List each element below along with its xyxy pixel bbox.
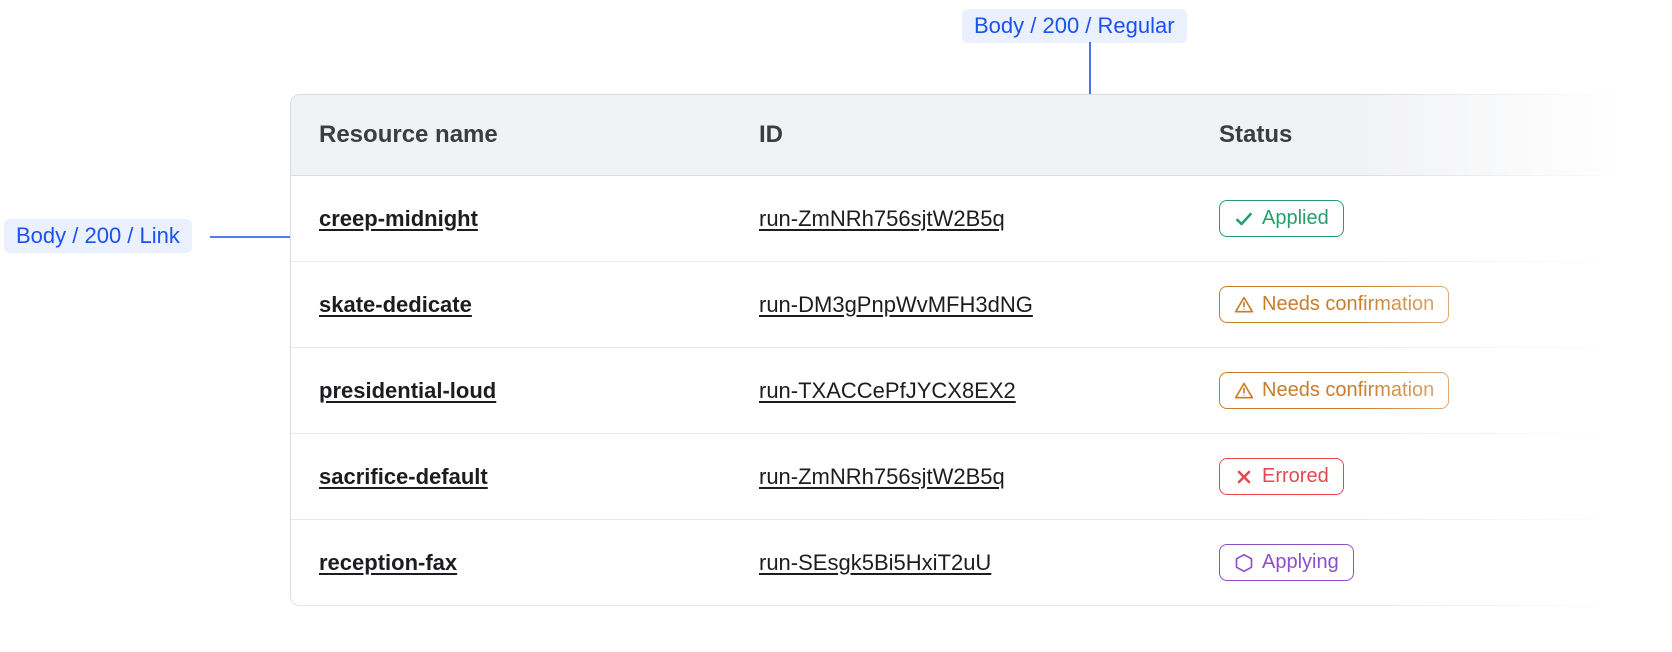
alert-triangle-icon (1234, 381, 1254, 401)
resource-name-link[interactable]: creep-midnight (319, 206, 478, 231)
table-row: presidential-loud run-TXACCePfJYCX8EX2 N… (291, 348, 1663, 434)
header-status: Status (1219, 121, 1439, 149)
status-label: Needs confirmation (1262, 379, 1434, 402)
check-icon (1234, 209, 1254, 229)
table-row: reception-fax run-SEsgk5Bi5HxiT2uU Apply… (291, 520, 1663, 605)
annotation-regular-style: Body / 200 / Regular (962, 9, 1187, 43)
table-row: skate-dedicate run-DM3gPnpWvMFH3dNG Need… (291, 262, 1663, 348)
run-id-link[interactable]: run-TXACCePfJYCX8EX2 (759, 378, 1016, 403)
header-resource-name: Resource name (319, 121, 759, 149)
run-id-link[interactable]: run-DM3gPnpWvMFH3dNG (759, 292, 1033, 317)
resource-table: Resource name ID Status creep-midnight r… (290, 94, 1664, 606)
status-label: Applied (1262, 207, 1329, 230)
resource-name-link[interactable]: skate-dedicate (319, 292, 472, 317)
status-label: Needs confirmation (1262, 293, 1434, 316)
alert-triangle-icon (1234, 295, 1254, 315)
run-id-link[interactable]: run-ZmNRh756sjtW2B5q (759, 206, 1005, 231)
status-badge-applied: Applied (1219, 200, 1344, 237)
run-id-link[interactable]: run-ZmNRh756sjtW2B5q (759, 464, 1005, 489)
status-badge-applying: Applying (1219, 544, 1354, 581)
resource-name-link[interactable]: presidential-loud (319, 378, 496, 403)
status-badge-needs: Needs confirmation (1219, 372, 1449, 409)
table-header: Resource name ID Status (291, 95, 1663, 176)
annotation-link-style: Body / 200 / Link (4, 219, 192, 253)
table-row: creep-midnight run-ZmNRh756sjtW2B5q Appl… (291, 176, 1663, 262)
status-badge-errored: Errored (1219, 458, 1344, 495)
resource-name-link[interactable]: reception-fax (319, 550, 457, 575)
header-id: ID (759, 121, 1219, 149)
run-id-link[interactable]: run-SEsgk5Bi5HxiT2uU (759, 550, 991, 575)
table-row: sacrifice-default run-ZmNRh756sjtW2B5q E… (291, 434, 1663, 520)
resource-name-link[interactable]: sacrifice-default (319, 464, 488, 489)
hexagon-icon (1234, 553, 1254, 573)
status-label: Applying (1262, 551, 1339, 574)
status-label: Errored (1262, 465, 1329, 488)
x-icon (1234, 467, 1254, 487)
status-badge-needs: Needs confirmation (1219, 286, 1449, 323)
